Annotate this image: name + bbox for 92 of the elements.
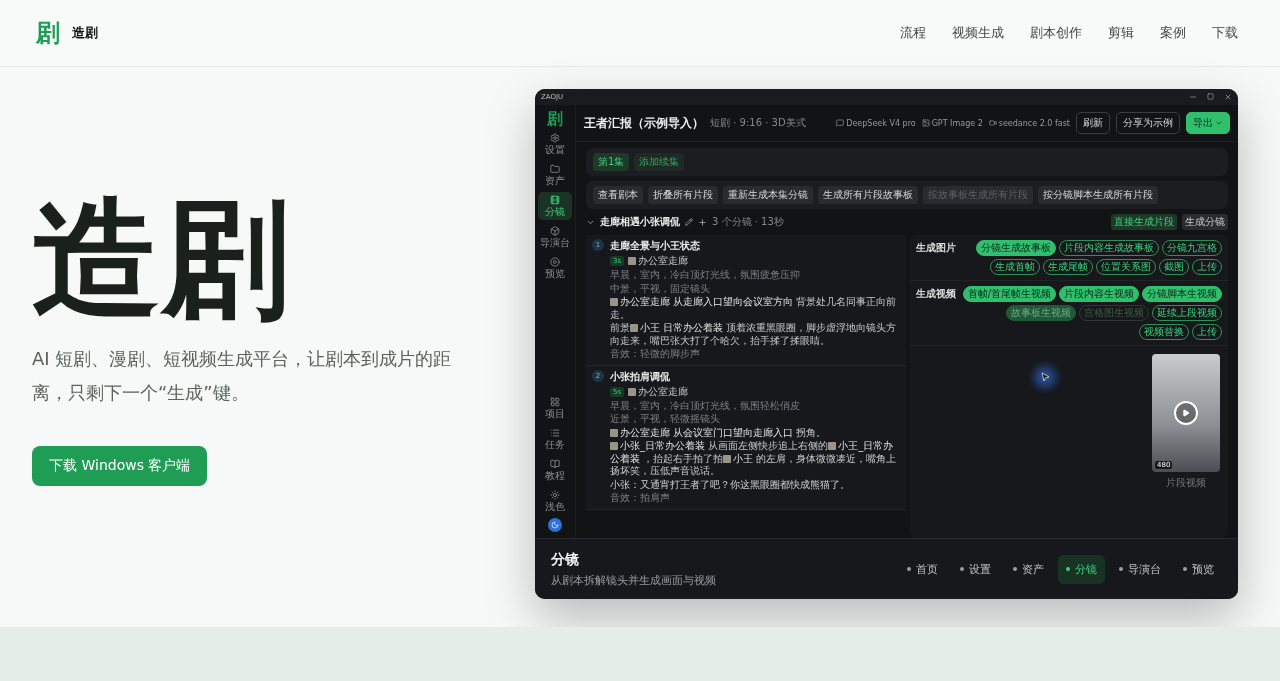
generate-label: 生成图片 bbox=[916, 241, 956, 255]
project-meta: 短剧 · 9:16 · 3D美式 bbox=[710, 116, 806, 130]
sidebar-item[interactable]: 项目 bbox=[538, 394, 572, 422]
nav-link[interactable]: 剪辑 bbox=[1108, 24, 1134, 42]
sidebar-item[interactable]: 导演台 bbox=[538, 223, 572, 251]
toolbar-button[interactable]: 重新生成本集分镜 bbox=[723, 186, 813, 204]
sidebar-item[interactable]: 教程 bbox=[538, 456, 572, 484]
settings-icon bbox=[550, 133, 560, 143]
logo-mark: 剧 bbox=[36, 21, 60, 45]
generate-chip[interactable]: 片段内容生视频 bbox=[1059, 286, 1139, 302]
edit-icon[interactable] bbox=[685, 218, 693, 226]
step-subtitle: 从剧本拆解镜头并生成画面与视频 bbox=[551, 572, 716, 588]
script-line: 小张_日常办公着装 从画面左侧快步追上右侧的 小王_日常办公着装 ，抬起右手拍了拍 小王 的左肩，身体微微凑近，嘴角上扬坏笑，压低声音说话。 bbox=[610, 440, 898, 478]
model-label: GPT Image 2 bbox=[921, 118, 983, 128]
maximize-icon[interactable] bbox=[1207, 93, 1214, 100]
generate-chip[interactable]: 首帧/首尾帧生视频 bbox=[962, 286, 1056, 302]
script-line: 音效：拍肩声 bbox=[610, 492, 671, 505]
cursor-glow-drawing bbox=[1028, 360, 1062, 394]
toolbar-button[interactable]: 按分镜脚本生成所有片段 bbox=[1038, 186, 1158, 204]
shot-title: 小张拍肩调侃 bbox=[610, 369, 671, 384]
toolbar-button[interactable]: 查看剧本 bbox=[593, 186, 643, 204]
add-icon[interactable] bbox=[698, 217, 707, 227]
episode-tab[interactable]: 第1集 bbox=[593, 153, 630, 171]
sidebar-item[interactable]: 浅色 bbox=[538, 487, 572, 515]
script-line: 音效：轻微的脚步声 bbox=[610, 348, 701, 361]
folder-icon bbox=[550, 164, 560, 174]
step-tab[interactable]: 设置 bbox=[952, 554, 999, 584]
script-line: 办公室走廊 从走廊入口望向会议室方向 背景处几名同事正向前走。 bbox=[610, 296, 898, 321]
nav-link[interactable]: 视频生成 bbox=[952, 24, 1004, 42]
hero-title: 造剧 bbox=[32, 189, 292, 330]
section-tag[interactable]: 直接生成片段 bbox=[1111, 214, 1177, 230]
play-icon bbox=[550, 257, 560, 267]
model-label: DeepSeek V4 pro bbox=[836, 118, 916, 128]
action-button[interactable]: 刷新 bbox=[1076, 112, 1110, 134]
sidebar-item[interactable]: 设置 bbox=[538, 130, 572, 158]
sidebar-item[interactable]: 分镜 bbox=[538, 192, 572, 220]
sidebar-item[interactable]: 预览 bbox=[538, 254, 572, 282]
close-icon[interactable] bbox=[1224, 93, 1232, 101]
list-icon bbox=[550, 428, 560, 438]
toolbar-button[interactable]: 折叠所有片段 bbox=[648, 186, 718, 204]
step-title: 分镜 bbox=[551, 550, 580, 569]
location-label: 办公室走廊 bbox=[628, 254, 689, 268]
step-tab[interactable]: 分镜 bbox=[1058, 554, 1105, 584]
step-tab[interactable]: 预览 bbox=[1175, 554, 1222, 584]
nav-link[interactable]: 案例 bbox=[1160, 24, 1186, 42]
step-tab[interactable]: 资产 bbox=[1005, 554, 1052, 584]
toolbar-button[interactable]: 生成所有片段故事板 bbox=[818, 186, 918, 204]
section-tag[interactable]: 生成分镜 bbox=[1182, 214, 1228, 230]
action-button[interactable]: 导出 bbox=[1186, 112, 1230, 134]
section-title: 走廊相遇小张调侃 bbox=[600, 215, 680, 229]
step-tab[interactable]: 导演台 bbox=[1111, 554, 1169, 584]
moon-icon bbox=[551, 521, 559, 529]
book-icon bbox=[550, 459, 560, 469]
generate-chip[interactable]: 分镜脚本生视频 bbox=[1142, 286, 1222, 302]
generate-label: 生成视频 bbox=[916, 287, 956, 301]
app-logo-mark: 剧 bbox=[547, 111, 563, 127]
video-caption: 片段视频 bbox=[1166, 476, 1206, 490]
hero-subtitle: AI 短剧、漫剧、短视频生成平台，让剧本到成片的距离，只剩下一个“生成”键。 bbox=[32, 346, 453, 405]
nav-link[interactable]: 下载 bbox=[1212, 24, 1238, 42]
sun-icon bbox=[550, 490, 560, 500]
caret-icon bbox=[1215, 119, 1223, 127]
chat-icon bbox=[836, 119, 845, 127]
model-label: seedance 2.0 fast bbox=[988, 118, 1070, 128]
script-line: 近景，平视，轻微摇镜头 bbox=[610, 413, 721, 426]
script-line: 早晨，室内，冷白顶灯光线，氛围轻松俏皮 bbox=[610, 399, 801, 412]
episode-tab[interactable]: 添加续集 bbox=[634, 153, 685, 171]
project-title: 王者汇报（示例导入） bbox=[584, 114, 704, 132]
step-tab[interactable]: 首页 bbox=[899, 554, 946, 584]
thumbnail bbox=[628, 387, 637, 396]
script-line: 前景 小王 日常办公着装 顶着浓重黑眼圈，脚步虚浮地向镜头方向走来，嘴巴张大打了个哈欠，抬手揉了揉眼睛。 bbox=[610, 322, 898, 347]
script-line: 中景，平视，固定镜头 bbox=[610, 282, 711, 295]
generate-chip[interactable]: 分镜生成故事板 bbox=[976, 240, 1056, 256]
location-label: 办公室走廊 bbox=[628, 384, 689, 399]
thumbnail bbox=[628, 257, 637, 265]
avatar[interactable] bbox=[548, 518, 562, 532]
shot-title: 走廊全景与小王状态 bbox=[610, 239, 701, 253]
video-camera-icon bbox=[988, 119, 997, 127]
film-icon bbox=[550, 195, 560, 205]
grid-icon bbox=[550, 397, 560, 407]
sidebar-item[interactable]: 任务 bbox=[538, 425, 572, 453]
script-line: 早晨，室内，冷白顶灯光线，氛围疲惫压抑 bbox=[610, 269, 801, 282]
sidebar-item[interactable]: 资产 bbox=[538, 161, 572, 189]
nav-link[interactable]: 剧本创作 bbox=[1030, 24, 1082, 42]
play-icon[interactable] bbox=[1174, 401, 1198, 425]
action-button[interactable]: 分享为示例 bbox=[1116, 112, 1180, 134]
image-icon bbox=[921, 119, 930, 127]
cube-icon bbox=[550, 226, 560, 236]
section-meta: 3 个分镜 · 13秒 bbox=[712, 215, 784, 229]
script-line: 小张：又通宵打王者了吧？你这黑眼圈都快成熊猫了。 bbox=[610, 478, 851, 491]
script-line: 办公室走廊 从会议室门口望向走廊入口 拐角。 bbox=[610, 426, 900, 439]
nav-link[interactable]: 流程 bbox=[900, 24, 926, 42]
brand-name: 造剧 bbox=[72, 24, 98, 42]
